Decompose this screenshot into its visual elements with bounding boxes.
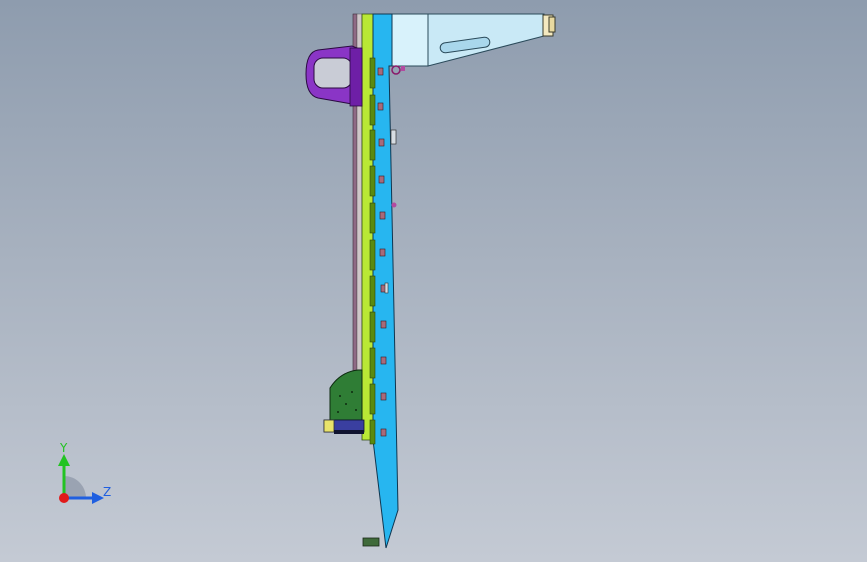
- y-axis-label: Y: [59, 441, 68, 455]
- top-arm-assembly[interactable]: [391, 13, 556, 67]
- top-arm-left-block: [391, 13, 429, 67]
- model-view[interactable]: [0, 0, 867, 562]
- main-frame: [372, 13, 399, 549]
- cad-viewport[interactable]: Y Z: [0, 0, 867, 562]
- y-axis-arrow-icon: [58, 454, 70, 466]
- rail-slots: [369, 57, 376, 445]
- top-arm-end-tip: [548, 16, 556, 33]
- axis-triad: Y Z: [58, 441, 111, 504]
- bottom-connector-board: [323, 369, 365, 434]
- z-axis-label: Z: [103, 485, 111, 499]
- x-axis-dot-icon: [59, 493, 69, 503]
- loose-fastener: [362, 537, 380, 547]
- handle-bracket: [305, 45, 363, 107]
